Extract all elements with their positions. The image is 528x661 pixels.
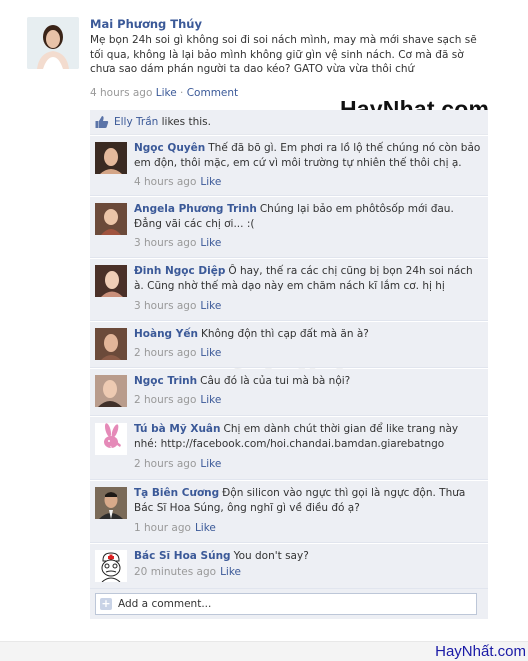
comment-body: Hoàng Yến Không độn thì cạp đất mà ăn à? [134, 327, 482, 342]
footer-site-name: HayNhất.com [435, 643, 526, 660]
author-name[interactable]: Mai Phương Thúy [90, 17, 202, 31]
comment-text: You don't say? [233, 550, 309, 562]
comment-time[interactable]: 3 hours ago [134, 237, 196, 249]
comment-item: Angela Phương Trinh Chúng lại bảo em phôt… [90, 197, 488, 258]
comment-time[interactable]: 3 hours ago [134, 300, 196, 312]
liker-name[interactable]: Elly Trần [114, 116, 158, 128]
post-comment-link[interactable]: Comment [187, 87, 238, 99]
commenter-avatar[interactable] [95, 203, 127, 235]
commenter-name[interactable]: Ngọc Quyên [134, 142, 205, 154]
add-comment-input[interactable]: + Add a comment... [95, 593, 477, 615]
comment-time[interactable]: 1 hour ago [134, 522, 191, 534]
comment-like-link[interactable]: Like [200, 347, 221, 359]
comment-meta: 3 hours ago Like [134, 300, 221, 312]
post-meta: 4 hours ago Like · Comment [90, 87, 238, 99]
comment-item: Bác Sĩ Hoa Súng You don't say? 20 minutes… [90, 544, 488, 589]
comment-meta: 2 hours ago Like [134, 347, 221, 359]
comment-like-link[interactable]: Like [200, 458, 221, 470]
commenter-name[interactable]: Hoàng Yến [134, 328, 198, 340]
comment-time[interactable]: 2 hours ago [134, 458, 196, 470]
bunny-logo-icon [95, 423, 127, 455]
commenter-name[interactable]: Tú bà Mỹ Xuân [134, 423, 220, 435]
comment-item: Ngọc Quyên Thế đã bõ gì. Em phơi ra lồ lộ… [90, 136, 488, 196]
comment-item: Hoàng Yến Không độn thì cạp đất mà ăn à? … [90, 322, 488, 368]
post-like-link[interactable]: Like [156, 87, 177, 99]
comment-like-link[interactable]: Like [200, 237, 221, 249]
plus-icon: + [100, 597, 112, 610]
comment-meta: 3 hours ago Like [134, 237, 221, 249]
meta-separator: · [180, 87, 184, 99]
comment-meta: 20 minutes ago Like [134, 566, 241, 578]
commenter-avatar[interactable] [95, 550, 127, 582]
comment-item: Đinh Ngọc Diệp Ô hay, thế ra các chị cũng… [90, 259, 488, 321]
comment-time[interactable]: 2 hours ago [134, 347, 196, 359]
comment-meta: 2 hours ago Like [134, 394, 221, 406]
comment-time[interactable]: 20 minutes ago [134, 566, 216, 578]
comment-like-link[interactable]: Like [220, 566, 241, 578]
comment-item: Ngọc Trinh Câu đó là của tui mà bà nội? 2… [90, 369, 488, 416]
comment-meta: 1 hour ago Like [134, 522, 216, 534]
comment-text: Không độn thì cạp đất mà ăn à? [200, 328, 369, 340]
comment-like-link[interactable]: Like [195, 522, 216, 534]
comment-body: Đinh Ngọc Diệp Ô hay, thế ra các chị cũng… [134, 264, 482, 294]
facebook-post: Mai Phương Thúy Mẹ bọn 24h soi gì không … [0, 0, 528, 661]
add-comment-placeholder: Add a comment... [118, 598, 212, 610]
comment-meta: 4 hours ago Like [134, 176, 221, 188]
post-time[interactable]: 4 hours ago [90, 87, 152, 99]
comment-body: Ngọc Trinh Câu đó là của tui mà bà nội? [134, 374, 482, 389]
commenter-avatar[interactable] [95, 328, 127, 360]
author-avatar[interactable] [27, 17, 79, 69]
likes-text: Elly Trần likes this. [114, 116, 211, 128]
comment-body: Angela Phương Trinh Chúng lại bảo em phôt… [134, 202, 482, 232]
comment-like-link[interactable]: Like [200, 300, 221, 312]
comment-body: Tạ Biên Cương Độn silicon vào ngực thì gọ… [134, 486, 482, 516]
comment-like-link[interactable]: Like [200, 394, 221, 406]
commenter-name[interactable]: Bác Sĩ Hoa Súng [134, 550, 231, 562]
commenter-name[interactable]: Tạ Biên Cương [134, 487, 219, 499]
commenter-avatar[interactable] [95, 142, 127, 174]
comment-item: Tạ Biên Cương Độn silicon vào ngực thì gọ… [90, 481, 488, 543]
footer-bar: HayNhất.com [0, 641, 528, 661]
doctor-meme-icon [95, 550, 127, 582]
commenter-avatar[interactable] [95, 265, 127, 297]
comment-body: Bác Sĩ Hoa Súng You don't say? [134, 549, 482, 564]
comment-time[interactable]: 2 hours ago [134, 394, 196, 406]
add-comment-row: + Add a comment... [90, 589, 488, 619]
comment-item: Tú bà Mỹ Xuân Chị em dành chút thời gian … [90, 417, 488, 480]
post-text: Mẹ bọn 24h soi gì không soi đi soi nách … [90, 34, 477, 75]
comment-meta: 2 hours ago Like [134, 458, 221, 470]
thumbs-up-icon [95, 116, 109, 128]
commenter-name[interactable]: Ngọc Trinh [134, 375, 197, 387]
likes-row: Elly Trần likes this. [90, 110, 488, 135]
likes-suffix: likes this. [161, 116, 211, 128]
comment-body: Tú bà Mỹ Xuân Chị em dành chút thời gian … [134, 422, 482, 452]
commenter-name[interactable]: Angela Phương Trinh [134, 203, 257, 215]
commenter-avatar[interactable] [95, 423, 127, 455]
comment-body: Ngọc Quyên Thế đã bõ gì. Em phơi ra lồ lộ… [134, 141, 482, 171]
comment-time[interactable]: 4 hours ago [134, 176, 196, 188]
commenter-avatar[interactable] [95, 487, 127, 519]
commenter-avatar[interactable] [95, 375, 127, 407]
comment-text: Câu đó là của tui mà bà nội? [200, 375, 351, 387]
comment-like-link[interactable]: Like [200, 176, 221, 188]
commenter-name[interactable]: Đinh Ngọc Diệp [134, 265, 225, 277]
